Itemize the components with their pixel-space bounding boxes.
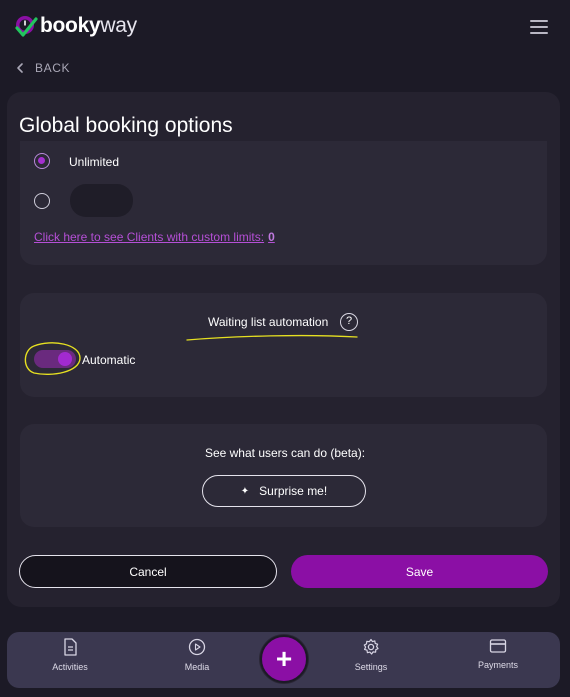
surprise-me-label: Surprise me! xyxy=(259,484,328,498)
play-icon xyxy=(188,638,206,656)
hamburger-icon[interactable] xyxy=(530,20,550,36)
annotation-underline xyxy=(186,334,358,341)
custom-limits-count: 0 xyxy=(268,230,275,244)
plus-icon: + xyxy=(275,643,293,674)
custom-limits-link[interactable]: Click here to see Clients with custom li… xyxy=(34,230,275,244)
surprise-me-button[interactable]: ✦ Surprise me! xyxy=(202,475,366,507)
radio-unlimited[interactable] xyxy=(34,153,50,169)
card-icon xyxy=(489,639,507,653)
nav-item-settings[interactable]: Settings xyxy=(331,638,411,672)
waiting-list-card xyxy=(20,293,547,397)
nav-label-settings: Settings xyxy=(354,662,388,672)
cancel-button[interactable]: Cancel xyxy=(19,555,277,588)
nav-label-payments: Payments xyxy=(477,660,519,670)
waiting-list-title: Waiting list automation xyxy=(208,315,329,329)
logo-text-light: way xyxy=(100,14,137,37)
nav-item-media[interactable]: Media xyxy=(157,638,237,672)
back-label: BACK xyxy=(35,61,71,75)
logo-clock-check-icon xyxy=(15,16,38,37)
nav-label-activities: Activities xyxy=(52,662,88,672)
sparkle-icon: ✦ xyxy=(240,485,250,497)
nav-label-media: Media xyxy=(184,662,210,672)
radio-unlimited-label: Unlimited xyxy=(69,155,120,169)
bookyway-logo[interactable]: bookyway xyxy=(14,13,137,39)
page-title: Global booking options xyxy=(19,114,233,137)
automatic-toggle-label: Automatic xyxy=(82,353,136,367)
help-icon[interactable]: ? xyxy=(340,313,358,331)
nav-item-payments[interactable]: Payments xyxy=(458,638,538,670)
limit-input[interactable] xyxy=(70,184,133,217)
radio-custom-limit[interactable] xyxy=(34,193,50,209)
top-bar: bookyway xyxy=(0,0,570,54)
document-icon xyxy=(64,638,77,656)
gear-icon xyxy=(363,638,379,655)
custom-limits-link-text: Click here to see Clients with custom li… xyxy=(34,230,265,244)
chevron-left-icon xyxy=(17,63,23,73)
add-button[interactable]: + xyxy=(260,635,308,683)
beta-prompt: See what users can do (beta): xyxy=(204,446,366,460)
annotation-circle xyxy=(24,342,81,376)
logo-text-bold: booky xyxy=(40,14,101,37)
nav-item-activities[interactable]: Activities xyxy=(30,638,110,672)
back-button[interactable]: BACK xyxy=(15,61,70,75)
save-button[interactable]: Save xyxy=(291,555,548,588)
